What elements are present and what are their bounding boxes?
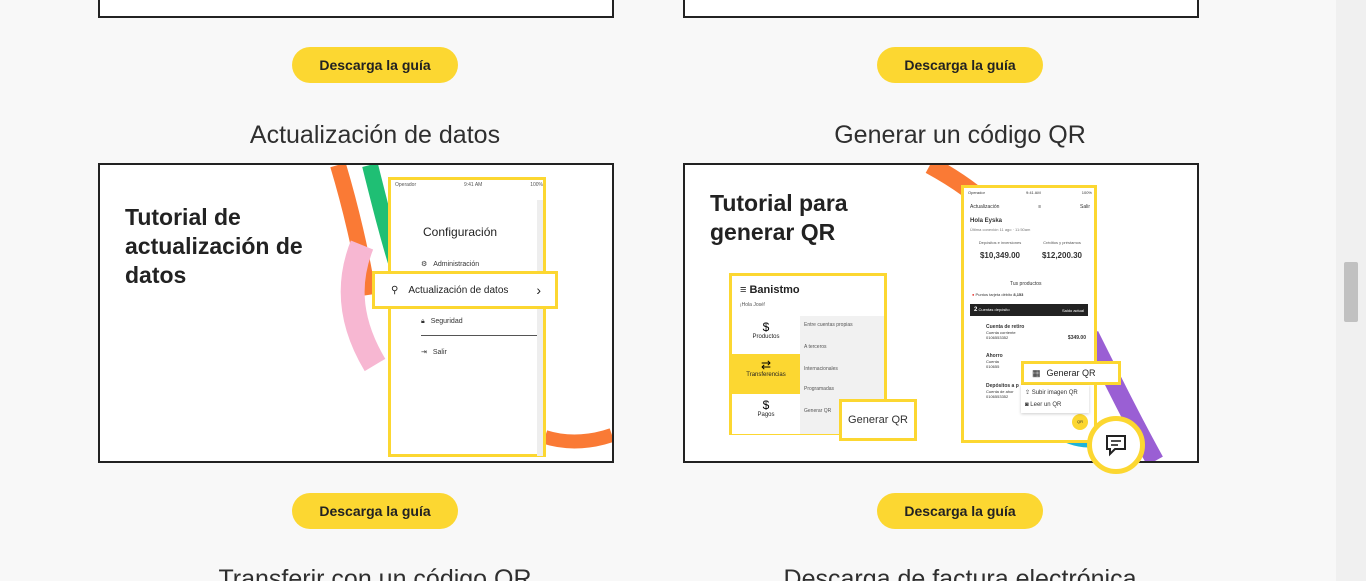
guide-heading: Generar un código QR — [834, 121, 1086, 149]
camera-icon: ◙ — [1025, 402, 1029, 408]
products-label: Tus productos — [1010, 281, 1042, 287]
chat-button[interactable] — [1087, 416, 1145, 474]
brand-name: Banistmo — [749, 284, 800, 296]
account-balance: $349.00 — [1067, 335, 1086, 341]
transfer-icon: ⇄ — [760, 358, 772, 372]
screen-title: Configuración — [423, 225, 498, 239]
highlighted-menu-item[interactable]: ⚲ Actualización de datos › — [372, 271, 558, 309]
generate-qr-popup[interactable]: ▦ Generar QR — [1021, 361, 1121, 385]
download-guide-button[interactable]: Descarga la guía — [877, 47, 1043, 83]
qr-options-menu: ⇪ Subir imagen QR ◙ Leer un QR — [1021, 385, 1089, 413]
payments-icon: $ — [762, 398, 770, 412]
submenu-item[interactable]: Programadas — [804, 386, 834, 392]
section-balance-label: Saldo actual — [1061, 307, 1084, 313]
products-icon: $ — [762, 320, 770, 334]
generate-qr-highlight-button[interactable]: Generar QR — [839, 399, 917, 441]
banistmo-logo-icon: ≡ — [740, 284, 747, 296]
qr-icon: ▦ — [1032, 367, 1041, 378]
guide-column-left-top: Descarga la guía — [98, 0, 614, 90]
section-label: Cuentas depósito — [978, 307, 1010, 312]
section-count: 2 — [974, 307, 978, 313]
points-value: 8,153 — [1013, 292, 1024, 297]
gear-icon: ⚙ — [421, 261, 428, 268]
menu-item-admin[interactable]: ⚙ Administración › — [421, 260, 543, 268]
qr-fab[interactable]: QR — [1077, 419, 1083, 424]
status-carrier: Operador — [968, 190, 985, 195]
card-icon: ● — [972, 292, 975, 297]
nav-products[interactable]: Productos — [732, 334, 800, 340]
submenu-item[interactable]: A terceros — [804, 344, 827, 350]
card-bottom-edge — [683, 0, 1199, 18]
chat-icon — [1106, 435, 1126, 457]
account-number: 0106553352 — [986, 335, 1009, 340]
phone-greeting: Hola Eyska — [970, 218, 1003, 224]
phone-mockup: Operador 9:41 AM 100% Configuración ⚙ Ad… — [388, 177, 546, 457]
guide-heading: Actualización de datos — [249, 121, 501, 149]
guide-column-right-top: Descarga la guía — [683, 0, 1199, 90]
submenu-item[interactable]: Internacionales — [804, 366, 838, 372]
tutorial-title: Tutorial para generar QR — [710, 190, 848, 245]
guide-heading: Transferir con un código QR — [218, 565, 532, 581]
last-login: Última conexión 11 ago · 11:50am — [970, 227, 1031, 232]
nav-payments[interactable]: Pagos — [732, 412, 800, 418]
tutorial-card-data-update[interactable]: Tutorial de actualización de datos Opera… — [98, 163, 614, 463]
guide-heading: Descarga de factura electrónica — [783, 565, 1137, 581]
points-label: Puntos tarjeta débito — [975, 292, 1013, 297]
tutorial-title: Tutorial de actualización de datos — [125, 204, 303, 288]
deposits-value: $10,349.00 — [979, 251, 1021, 260]
status-time: 9:41 AM — [1025, 190, 1041, 195]
status-carrier: Operador — [395, 182, 417, 188]
menu-item-logout[interactable]: ⇥ Salir — [421, 348, 447, 356]
status-battery: 100% — [1081, 190, 1092, 195]
banistmo-logo-icon: ≡ — [1038, 204, 1042, 210]
download-guide-button[interactable]: Descarga la guía — [292, 47, 458, 83]
logout-icon: ⇥ — [421, 349, 427, 356]
scrollbar-thumb[interactable] — [1344, 262, 1358, 322]
menu-item-security[interactable]: 🔒︎ Seguridad › — [421, 318, 543, 326]
chevron-right-icon: › — [536, 282, 541, 298]
nav-transfers[interactable]: Transferencias — [732, 372, 800, 378]
account-number: 010655 — [986, 364, 1000, 369]
credits-label: Créditos y préstamos — [1043, 240, 1081, 245]
read-qr-option[interactable]: ◙ Leer un QR — [1025, 402, 1061, 408]
page-scrollbar[interactable] — [1336, 0, 1366, 581]
status-battery: 100% — [530, 182, 543, 188]
update-link[interactable]: Actualización — [970, 204, 999, 210]
download-guide-button[interactable]: Descarga la guía — [877, 493, 1043, 529]
page: Descarga la guía Descarga la guía Actual… — [0, 0, 1336, 581]
download-guide-button[interactable]: Descarga la guía — [292, 493, 458, 529]
status-time: 9:41 AM — [463, 182, 483, 188]
deposits-label: Depósitos e inversiones — [978, 240, 1022, 245]
user-icon: ⚲ — [391, 284, 399, 296]
credits-value: $12,200.30 — [1041, 251, 1083, 260]
card-bottom-edge — [98, 0, 614, 18]
logout-link[interactable]: Salir — [1080, 204, 1090, 210]
lock-icon: 🔒︎ — [421, 318, 425, 325]
submenu-item[interactable]: Entre cuentas propias — [804, 322, 853, 328]
upload-qr-option[interactable]: ⇪ Subir imagen QR — [1025, 389, 1078, 396]
submenu-item[interactable]: Generar QR — [804, 408, 831, 414]
greeting: ¡Hola José! — [740, 302, 766, 308]
account-number: 0106553352 — [986, 394, 1009, 399]
upload-icon: ⇪ — [1025, 390, 1031, 396]
